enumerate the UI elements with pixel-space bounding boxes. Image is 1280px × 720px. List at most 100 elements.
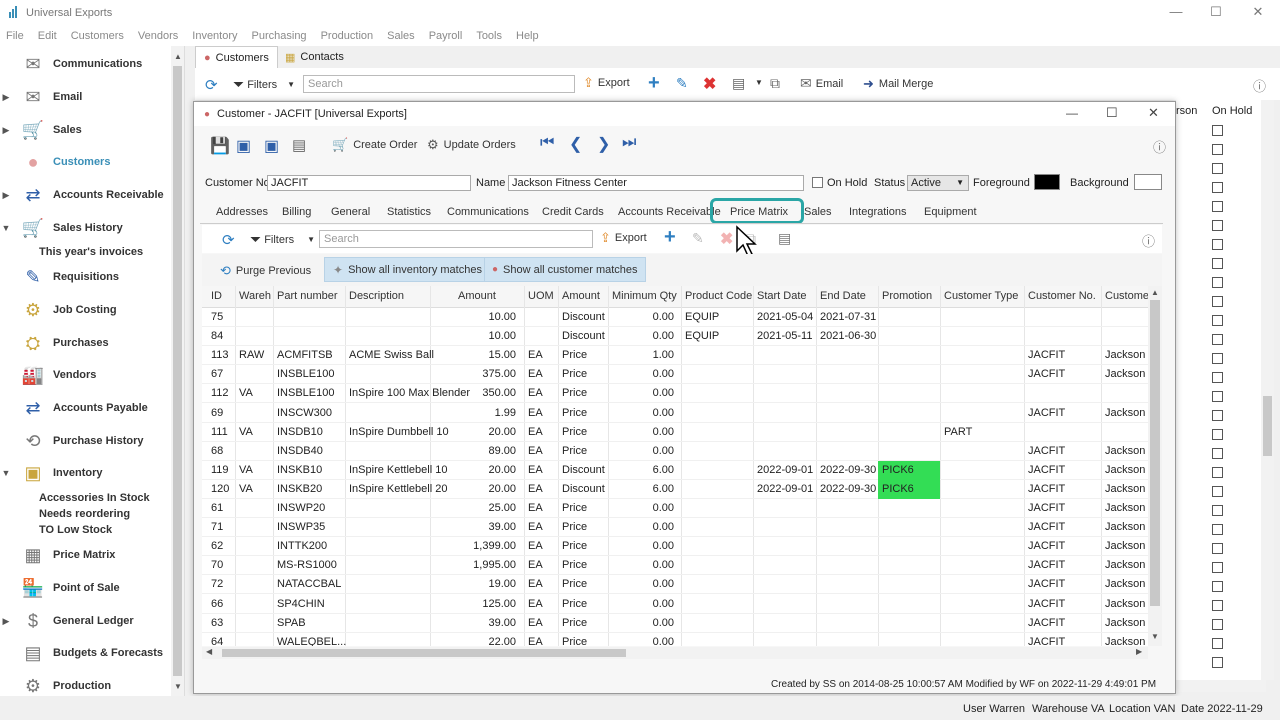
show-inventory-matches-button[interactable]: ✦ Show all inventory matches: [324, 257, 491, 282]
mail-merge-button[interactable]: ➜ Mail Merge: [863, 76, 933, 92]
export-button[interactable]: ⇪ Export: [600, 230, 647, 246]
on-hold-checkbox[interactable]: [1212, 505, 1223, 516]
sidebar-item-price-matrix[interactable]: ▦ Price Matrix: [0, 540, 170, 570]
last-record-icon[interactable]: ⏭: [622, 134, 636, 152]
tab-integrations[interactable]: Integrations: [849, 206, 906, 218]
on-hold-checkbox[interactable]: [1212, 163, 1223, 174]
foreground-color-swatch[interactable]: [1034, 174, 1060, 190]
table-row[interactable]: 64 WALEQBEL... 22.00 EA Price 0.00 JACFIT Jacks…: [202, 633, 1151, 646]
menu-edit[interactable]: Edit: [38, 30, 57, 42]
sidebar-item-budgets-forecasts[interactable]: ▤ Budgets & Forecasts: [0, 638, 170, 668]
sidebar-item-accounts-receivable[interactable]: ▶ ⇄ Accounts Receivable: [0, 180, 170, 210]
table-row[interactable]: 69 INSCW300 1.99 EA Price 0.00 JACFIT Jackson I: [202, 404, 1151, 423]
tab-contacts[interactable]: ▦ Contacts: [277, 46, 352, 68]
on-hold-checkbox[interactable]: [1212, 296, 1223, 307]
tab-credit-cards[interactable]: Credit Cards: [542, 206, 604, 218]
column-header-end-date[interactable]: End Date: [820, 290, 866, 302]
on-hold-checkbox[interactable]: [1212, 144, 1223, 155]
dialog-maximize-icon[interactable]: ☐: [1106, 105, 1118, 121]
on-hold-checkbox[interactable]: [1212, 182, 1223, 193]
tab-accounts-receivable[interactable]: Accounts Receivable: [618, 206, 721, 218]
on-hold-checkbox[interactable]: [1212, 391, 1223, 402]
print-icon[interactable]: ▤: [778, 230, 791, 247]
column-header-description[interactable]: Description: [349, 290, 404, 302]
price-matrix-search-input[interactable]: Search: [319, 230, 593, 248]
tab-billing[interactable]: Billing: [282, 206, 311, 218]
table-row[interactable]: 63 SPAB 39.00 EA Price 0.00 JACFIT Jackson I: [202, 614, 1151, 633]
filters-button[interactable]: ⏷ Filters ▼: [250, 231, 315, 248]
menu-vendors[interactable]: Vendors: [138, 30, 178, 42]
table-row[interactable]: 68 INSDB40 89.00 EA Price 0.00 JACFIT Jackson I: [202, 442, 1151, 461]
sidebar-item-communications[interactable]: ✉ Communications: [0, 49, 170, 79]
on-hold-checkbox[interactable]: [1212, 619, 1223, 630]
sidebar-item-purchase-history[interactable]: ⟲ Purchase History: [0, 426, 170, 456]
on-hold-checkbox[interactable]: [1212, 220, 1223, 231]
column-header-amount[interactable]: Amount: [562, 290, 600, 302]
menu-production[interactable]: Production: [321, 30, 374, 42]
sidebar-item-general-ledger[interactable]: ▶ $ General Ledger: [0, 606, 170, 636]
expand-icon[interactable]: ▼: [0, 468, 12, 478]
column-header-product-code[interactable]: Product Code: [685, 290, 752, 302]
sidebar-item-sales-history[interactable]: ▼ 🛒 Sales History: [0, 213, 170, 243]
dialog-minimize-icon[interactable]: —: [1066, 106, 1078, 120]
on-hold-checkbox[interactable]: [1212, 277, 1223, 288]
on-hold-checkbox[interactable]: [1212, 638, 1223, 649]
table-row[interactable]: 62 INTTK200 1,399.00 EA Price 0.00 JACFIT Jacks…: [202, 537, 1151, 557]
on-hold-checkbox[interactable]: [1212, 581, 1223, 592]
menu-payroll[interactable]: Payroll: [429, 30, 463, 42]
help-icon[interactable]: ⓘ: [1142, 231, 1155, 250]
print-dropdown-icon[interactable]: ▼: [755, 78, 763, 87]
table-row[interactable]: 71 INSWP35 39.00 EA Price 0.00 JACFIT Jackson I: [202, 518, 1151, 538]
maximize-icon[interactable]: ☐: [1208, 4, 1224, 20]
table-row[interactable]: 119 VA INSKB10 InSpire Kettlebell 10 20.00 EA…: [202, 460, 1151, 480]
on-hold-checkbox[interactable]: [1212, 315, 1223, 326]
help-icon[interactable]: ⓘ: [1253, 76, 1266, 95]
on-hold-checkbox[interactable]: [1212, 125, 1223, 136]
close-icon[interactable]: ✕: [1250, 4, 1266, 20]
dialog-close-icon[interactable]: ✕: [1148, 105, 1159, 121]
column-header-start-date[interactable]: Start Date: [757, 290, 807, 302]
sidebar-item-job-costing[interactable]: ⚙ Job Costing: [0, 295, 170, 325]
sidebar-subitem-needs-reordering[interactable]: Needs reordering: [39, 508, 130, 520]
on-hold-checkbox[interactable]: [812, 177, 823, 188]
table-row[interactable]: 112 VA INSBLE100 InSpire 100 Max Blender 350…: [202, 384, 1148, 404]
on-hold-checkbox[interactable]: [1212, 486, 1223, 497]
refresh-icon[interactable]: ⟳: [222, 231, 235, 249]
sidebar-subitem-accessories[interactable]: Accessories In Stock: [39, 492, 150, 504]
next-record-icon[interactable]: ❯: [597, 134, 610, 154]
on-hold-checkbox[interactable]: [1212, 372, 1223, 383]
menu-customers[interactable]: Customers: [71, 30, 124, 42]
edit-icon[interactable]: ✎: [676, 75, 688, 92]
sidebar-item-accounts-payable[interactable]: ⇄ Accounts Payable: [0, 393, 170, 423]
search-input[interactable]: Search: [303, 75, 575, 93]
expand-icon[interactable]: ▶: [0, 616, 12, 627]
on-hold-checkbox[interactable]: [1212, 334, 1223, 345]
column-header-wareh[interactable]: Wareh: [239, 290, 271, 302]
sidebar-scrollbar[interactable]: ▲ ▼: [171, 46, 184, 696]
email-button[interactable]: ✉ Email: [800, 75, 843, 92]
filters-button[interactable]: ⏷ Filters ▼: [233, 76, 295, 93]
on-hold-checkbox[interactable]: [1212, 657, 1223, 668]
on-hold-checkbox[interactable]: [1212, 543, 1223, 554]
on-hold-checkbox[interactable]: [1212, 429, 1223, 440]
dialog-help-icon[interactable]: ⓘ: [1153, 137, 1166, 156]
table-row[interactable]: 67 INSBLE100 375.00 EA Price 0.00 JACFIT Jackso…: [202, 365, 1151, 385]
column-header-customer-type[interactable]: Customer Type: [944, 290, 1018, 302]
sidebar-item-requisitions[interactable]: ✎ Requisitions: [0, 262, 170, 292]
menu-file[interactable]: File: [6, 30, 24, 42]
table-row[interactable]: 84 10.00 Discount 0.00 EQUIP 2021-05-11 2021-0…: [202, 327, 1148, 347]
sidebar-subitem-this-years-invoices[interactable]: This year's invoices: [39, 246, 143, 258]
print-icon[interactable]: ▤: [292, 136, 306, 154]
sidebar-item-inventory[interactable]: ▼ ▣ Inventory: [0, 458, 170, 488]
expand-icon[interactable]: ▼: [0, 223, 12, 233]
expand-icon[interactable]: ▶: [0, 190, 12, 201]
name-field[interactable]: Jackson Fitness Center: [508, 175, 804, 191]
table-row[interactable]: 72 NATACCBAL 19.00 EA Price 0.00 JACFIT Jackson…: [202, 575, 1151, 595]
save-close-icon[interactable]: ▣: [236, 136, 251, 156]
sidebar-item-purchases[interactable]: ⛭ Purchases: [0, 328, 170, 358]
table-row[interactable]: 66 SP4CHIN 125.00 EA Price 0.00 JACFIT Jackson …: [202, 595, 1151, 614]
tab-addresses[interactable]: Addresses: [216, 206, 268, 218]
add-icon[interactable]: +: [648, 72, 660, 95]
menu-sales[interactable]: Sales: [387, 30, 415, 42]
tab-communications[interactable]: Communications: [447, 206, 529, 218]
